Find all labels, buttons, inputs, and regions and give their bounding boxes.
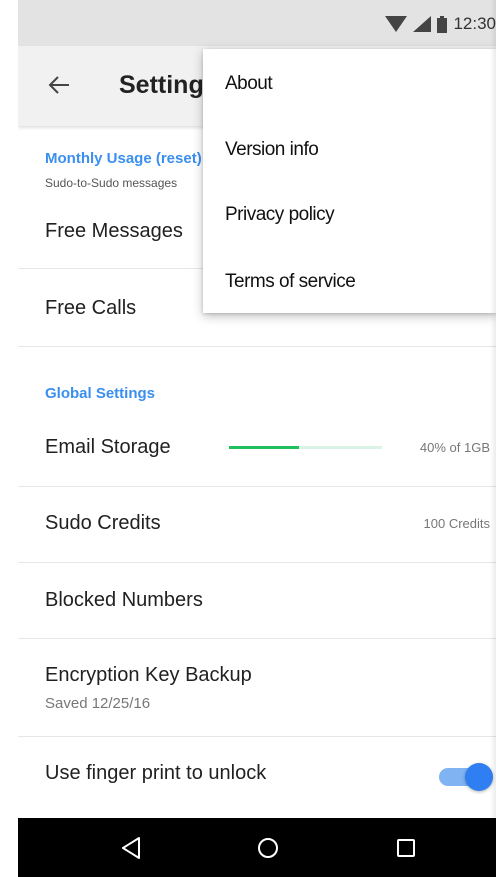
free-calls-label: Free Calls — [45, 297, 137, 319]
overflow-menu: About Version info Privacy policy Terms … — [203, 49, 496, 313]
status-icons: 12:30 — [385, 14, 496, 34]
battery-icon — [437, 15, 448, 33]
email-storage-progress-fill — [229, 446, 300, 449]
menu-item-terms-of-service[interactable]: Terms of service — [225, 271, 356, 293]
back-triangle-icon[interactable] — [119, 836, 143, 860]
menu-item-version-info[interactable]: Version info — [225, 139, 319, 161]
system-nav-bar — [18, 818, 496, 877]
status-bar: 12:30 — [18, 0, 496, 46]
wifi-icon — [385, 16, 408, 32]
monthly-usage-subtitle: Sudo-to-Sudo messages — [45, 176, 178, 190]
email-storage-label: Email Storage — [45, 436, 171, 458]
divider — [18, 638, 496, 639]
divider — [18, 562, 496, 563]
email-storage-value: 40% of 1GB — [419, 440, 490, 455]
divider — [18, 736, 496, 737]
sudo-credits-value: 100 Credits — [423, 516, 490, 531]
arrow-left-icon[interactable] — [48, 74, 70, 96]
encryption-backup-label: Encryption Key Backup — [45, 664, 252, 686]
sudo-credits-label: Sudo Credits — [45, 512, 161, 534]
encryption-backup-subtitle: Saved 12/25/16 — [45, 695, 151, 712]
home-circle-icon[interactable] — [256, 836, 280, 860]
monthly-usage-header: Monthly Usage (reset) — [45, 150, 202, 167]
global-settings-header: Global Settings — [45, 385, 156, 402]
phone-screen: 12:30 Settings Monthly Usage (reset) Sud… — [18, 0, 496, 877]
toggle-thumb — [465, 763, 493, 791]
blocked-numbers-label: Blocked Numbers — [45, 589, 203, 611]
divider — [18, 346, 496, 347]
fingerprint-label: Use finger print to unlock — [45, 762, 267, 784]
status-time: 12:30 — [453, 14, 496, 33]
menu-item-privacy-policy[interactable]: Privacy policy — [225, 204, 335, 226]
fingerprint-toggle[interactable] — [439, 760, 493, 792]
menu-item-about[interactable]: About — [225, 73, 273, 95]
divider — [18, 486, 496, 487]
signal-icon — [413, 16, 432, 32]
free-messages-label: Free Messages — [45, 220, 183, 242]
email-storage-progress — [229, 446, 382, 449]
recents-square-icon[interactable] — [394, 836, 418, 860]
